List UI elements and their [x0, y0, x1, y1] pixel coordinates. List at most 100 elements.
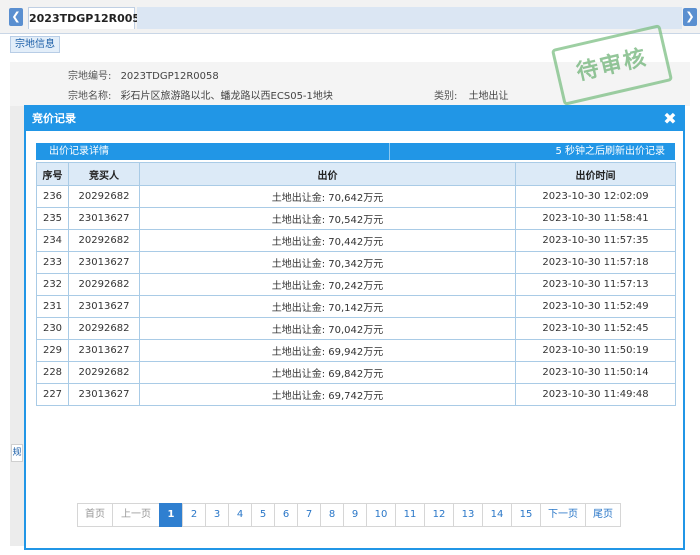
- table-row: 232 20292682 土地出让金: 70,242万元 2023-10-30 11:…: [36, 273, 676, 296]
- row-bid-time: 2023-10-30 11:58:41: [515, 207, 676, 230]
- row-bid-amount: 土地出让金: 70,542万元: [139, 207, 516, 230]
- pagination: 首页 上一页 1 2 3 4 5 6 7 8 9 10 11 12 13 14 15 下一页 尾页: [77, 503, 621, 527]
- row-bidder: 23013627: [68, 295, 140, 318]
- row-bidder: 20292682: [68, 185, 140, 208]
- row-bid-time: 2023-10-30 11:50:14: [515, 361, 676, 384]
- row-bidder: 23013627: [68, 339, 140, 362]
- background-sidebar: [10, 106, 24, 546]
- tab-scroll-left-icon[interactable]: ❮: [9, 8, 23, 26]
- row-bid-amount: 土地出让金: 69,942万元: [139, 339, 516, 362]
- row-bid-time: 2023-10-30 11:57:18: [515, 251, 676, 274]
- row-seq: 236: [36, 185, 69, 208]
- table-row: 235 23013627 土地出让金: 70,542万元 2023-10-30 11:…: [36, 207, 676, 230]
- row-bidder: 23013627: [68, 383, 140, 406]
- close-icon[interactable]: ✖: [662, 107, 678, 131]
- land-id-label: 宗地编号:: [68, 71, 112, 82]
- row-bid-amount: 土地出让金: 70,442万元: [139, 229, 516, 252]
- row-bidder: 20292682: [68, 229, 140, 252]
- row-bid-time: 2023-10-30 11:52:45: [515, 317, 676, 340]
- row-bid-time: 2023-10-30 12:02:09: [515, 185, 676, 208]
- column-header-bid: 出价: [139, 162, 516, 186]
- table-row: 229 23013627 土地出让金: 69,942万元 2023-10-30 11:…: [36, 339, 676, 362]
- page-button-14[interactable]: 14: [482, 503, 512, 527]
- page-button-4[interactable]: 4: [228, 503, 252, 527]
- tab-active[interactable]: 2023TDGP12R0058: [28, 7, 148, 29]
- row-bid-time: 2023-10-30 11:57:35: [515, 229, 676, 252]
- table-row: 234 20292682 土地出让金: 70,442万元 2023-10-30 11:…: [36, 229, 676, 252]
- page-button-9[interactable]: 9: [343, 503, 367, 527]
- column-header-seq: 序号: [36, 162, 69, 186]
- row-bidder: 23013627: [68, 251, 140, 274]
- land-id-value: 2023TDGP12R0058: [120, 71, 219, 82]
- row-seq: 228: [36, 361, 69, 384]
- page-button-1[interactable]: 1: [159, 503, 183, 527]
- refresh-countdown: 5 秒钟之后刷新出价记录: [555, 146, 665, 157]
- land-name-label: 宗地名称:: [68, 91, 112, 102]
- row-bidder: 23013627: [68, 207, 140, 230]
- row-bid-time: 2023-10-30 11:50:19: [515, 339, 676, 362]
- page-button-13[interactable]: 13: [453, 503, 483, 527]
- row-seq: 232: [36, 273, 69, 296]
- page-button-12[interactable]: 12: [424, 503, 454, 527]
- next-page-button[interactable]: 下一页: [540, 503, 586, 527]
- row-bid-amount: 土地出让金: 70,342万元: [139, 251, 516, 274]
- table-row: 228 20292682 土地出让金: 69,842万元 2023-10-30 11:…: [36, 361, 676, 384]
- tab-strip: [137, 7, 682, 29]
- land-type-row: 类别: 土地出让: [434, 87, 509, 102]
- land-info-button[interactable]: 宗地信息: [10, 36, 60, 53]
- bid-records-modal: 竞价记录 ✖ 出价记录详情 5 秒钟之后刷新出价记录 序号 竞买人 出价 出价时…: [24, 105, 685, 550]
- row-seq: 235: [36, 207, 69, 230]
- row-seq: 231: [36, 295, 69, 318]
- row-bid-amount: 土地出让金: 69,742万元: [139, 383, 516, 406]
- tab-scroll-right-icon[interactable]: ❯: [683, 8, 697, 26]
- first-page-button[interactable]: 首页: [77, 503, 113, 527]
- row-seq: 227: [36, 383, 69, 406]
- table-row: 227 23013627 土地出让金: 69,742万元 2023-10-30 11:…: [36, 383, 676, 406]
- land-id-row: 宗地编号: 2023TDGP12R0058: [68, 67, 219, 82]
- tab-bar: ❮ 2023TDGP12R0058 ❯: [0, 0, 700, 34]
- row-bid-time: 2023-10-30 11:52:49: [515, 295, 676, 318]
- last-page-button[interactable]: 尾页: [585, 503, 621, 527]
- row-bid-amount: 土地出让金: 69,842万元: [139, 361, 516, 384]
- page-button-11[interactable]: 11: [395, 503, 425, 527]
- row-bid-amount: 土地出让金: 70,042万元: [139, 317, 516, 340]
- row-bidder: 20292682: [68, 361, 140, 384]
- prev-page-button[interactable]: 上一页: [112, 503, 160, 527]
- page-button-10[interactable]: 10: [366, 503, 396, 527]
- page-button-8[interactable]: 8: [320, 503, 344, 527]
- table-header-row: 序号 竞买人 出价 出价时间: [36, 162, 676, 186]
- table-row: 233 23013627 土地出让金: 70,342万元 2023-10-30 11:…: [36, 251, 676, 274]
- modal-title: 竞价记录: [32, 112, 76, 125]
- land-type-value: 土地出让: [468, 91, 509, 102]
- row-bid-amount: 土地出让金: 70,642万元: [139, 185, 516, 208]
- page-button-7[interactable]: 7: [297, 503, 321, 527]
- row-seq: 230: [36, 317, 69, 340]
- row-bid-time: 2023-10-30 11:49:48: [515, 383, 676, 406]
- table-row: 230 20292682 土地出让金: 70,042万元 2023-10-30 11:…: [36, 317, 676, 340]
- subheader-divider: [389, 143, 390, 160]
- row-bid-time: 2023-10-30 11:57:13: [515, 273, 676, 296]
- bid-records-table: 序号 竞买人 出价 出价时间 236 20292682 土地出让金: 70,642万…: [36, 162, 676, 406]
- land-name-row: 宗地名称: 彩石片区旅游路以北、蟠龙路以西ECS05-1地块: [68, 87, 333, 102]
- land-type-label: 类别:: [434, 91, 458, 102]
- background-tag[interactable]: 规: [11, 444, 23, 462]
- page-button-5[interactable]: 5: [251, 503, 275, 527]
- row-seq: 234: [36, 229, 69, 252]
- row-bidder: 20292682: [68, 273, 140, 296]
- row-seq: 229: [36, 339, 69, 362]
- land-name-value: 彩石片区旅游路以北、蟠龙路以西ECS05-1地块: [120, 91, 333, 102]
- page-button-2[interactable]: 2: [182, 503, 206, 527]
- row-bid-amount: 土地出让金: 70,142万元: [139, 295, 516, 318]
- page-button-3[interactable]: 3: [205, 503, 229, 527]
- page-button-6[interactable]: 6: [274, 503, 298, 527]
- row-seq: 233: [36, 251, 69, 274]
- column-header-bidder: 竞买人: [68, 162, 140, 186]
- page-button-15[interactable]: 15: [511, 503, 541, 527]
- table-row: 231 23013627 土地出让金: 70,142万元 2023-10-30 11:…: [36, 295, 676, 318]
- row-bid-amount: 土地出让金: 70,242万元: [139, 273, 516, 296]
- bid-details-label: 出价记录详情: [49, 146, 109, 157]
- column-header-time: 出价时间: [515, 162, 676, 186]
- table-row: 236 20292682 土地出让金: 70,642万元 2023-10-30 12:…: [36, 185, 676, 208]
- row-bidder: 20292682: [68, 317, 140, 340]
- modal-header: 竞价记录 ✖: [26, 107, 683, 131]
